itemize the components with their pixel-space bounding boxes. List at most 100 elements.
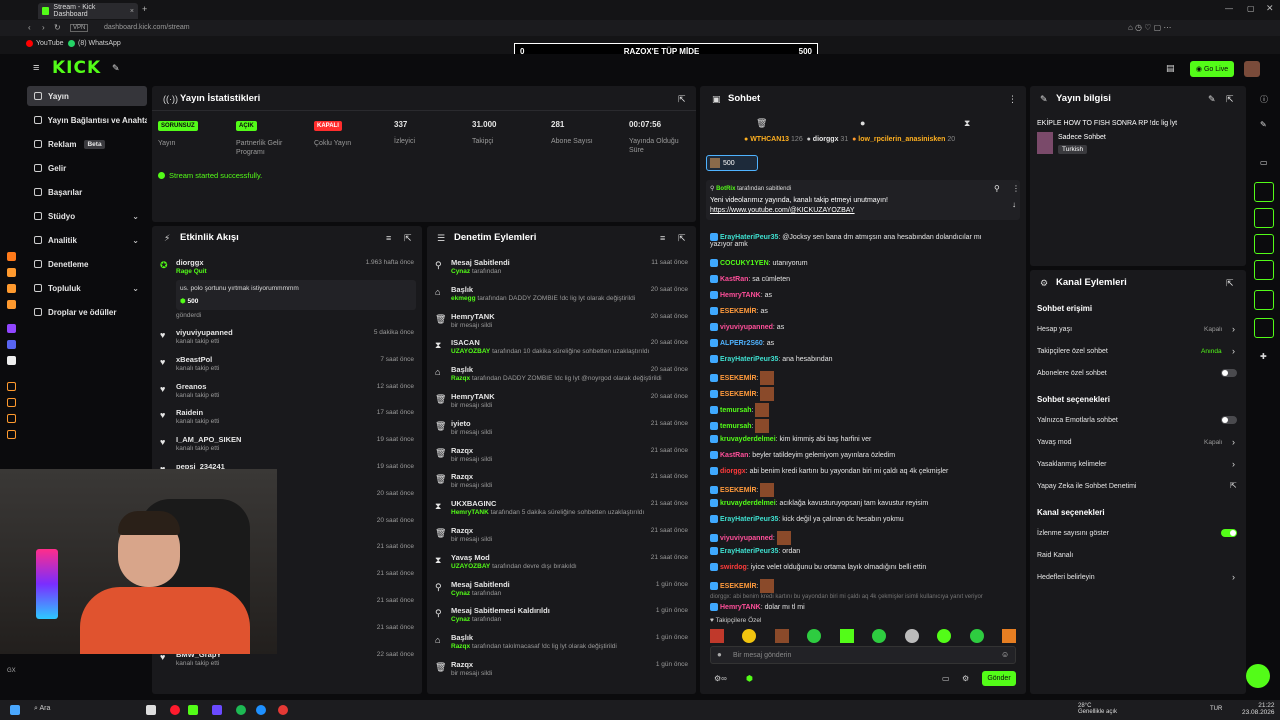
emote-icon[interactable]	[904, 629, 919, 643]
gift-count-chip[interactable]: 500	[706, 155, 758, 171]
chat-message[interactable]: temursah:	[710, 403, 770, 417]
emote-icon[interactable]	[1001, 629, 1016, 643]
extensions-icons[interactable]: ⌂ ◷ ♡ ▢ ⋯	[1128, 23, 1171, 32]
chat-message[interactable]: ESEKEMİR:	[710, 483, 775, 497]
sidebar-item-studyo[interactable]: Stüdyo ⌄	[27, 206, 147, 226]
subs-only-toggle[interactable]	[1221, 369, 1237, 377]
chat-message[interactable]: HemryTANK: dolar mı tl mi	[710, 603, 805, 611]
gx-icon[interactable]: GX	[7, 668, 16, 674]
pin-icon[interactable]: ⚲	[994, 184, 1000, 193]
twitch-icon[interactable]	[7, 324, 16, 333]
chevron-right-icon[interactable]: ›	[1232, 459, 1235, 469]
chevron-right-icon[interactable]: ›	[1232, 572, 1235, 582]
hourglass-icon[interactable]: ⧗	[964, 118, 970, 129]
reload-icon[interactable]: ↻	[54, 23, 61, 32]
emote-icon[interactable]	[969, 629, 984, 643]
emote-icon[interactable]	[872, 629, 887, 643]
clock[interactable]: 21:22 23.08.2026	[1242, 702, 1275, 716]
chat-message[interactable]: diorggx: abi benim kredi kartını bu yayo…	[710, 467, 948, 475]
trash-icon[interactable]: 🗑	[756, 118, 767, 129]
chat-message[interactable]: viyuviyupanned: as	[710, 323, 784, 331]
popout-icon[interactable]: ⇱	[678, 233, 686, 244]
setting-slow-mode[interactable]: Yavaş mod	[1037, 439, 1072, 446]
chat-message[interactable]: ESEKEMİR:	[710, 387, 775, 401]
popout-icon[interactable]: ⇱	[678, 94, 686, 105]
emotes-only-toggle[interactable]	[1221, 416, 1237, 424]
setting-raid-channel[interactable]: Raid Kanalı	[1037, 552, 1073, 559]
emoji-icon[interactable]: ☺	[1001, 650, 1009, 659]
bubble-icon[interactable]: ●	[860, 118, 865, 128]
vpn-icon[interactable]: VPN	[70, 24, 89, 32]
more-vertical-icon[interactable]: ⋮	[1008, 94, 1017, 105]
chat-message[interactable]: kruvayderdelmei: kim kimmiş abi baş harf…	[710, 435, 871, 443]
avatar[interactable]	[1244, 61, 1260, 77]
hamburger-menu-icon[interactable]: ≡	[33, 62, 39, 74]
show-viewers-toggle[interactable]	[1221, 529, 1237, 537]
chat-input[interactable]: ● Bir mesaj gönderin ☺	[710, 646, 1016, 664]
setting-banned-words[interactable]: Yasaklanmış kelimeler	[1037, 461, 1107, 468]
bookmark-youtube[interactable]: YouTube	[26, 40, 64, 47]
history-icon[interactable]	[7, 382, 16, 391]
start-icon[interactable]	[10, 705, 20, 715]
chat-message[interactable]: ErayHateriPeur35: ordan	[710, 547, 800, 555]
chevron-right-icon[interactable]: ›	[1232, 346, 1235, 356]
tool-bolt-icon[interactable]	[1254, 182, 1274, 202]
filter-icon[interactable]: ≡	[660, 233, 665, 243]
tool-chat-icon[interactable]	[1254, 234, 1274, 254]
browser-tab[interactable]: Stream - Kick Dashboard ×	[38, 3, 138, 19]
sidebar-item-gelir[interactable]: Gelir	[27, 158, 147, 178]
emote-icon[interactable]	[807, 629, 822, 643]
help-chat-button[interactable]	[1246, 664, 1270, 688]
popout-icon[interactable]: ⇱	[1226, 278, 1234, 289]
emote-icon[interactable]	[774, 629, 789, 643]
chat-message[interactable]: HemryTANK: as	[710, 291, 772, 299]
emote-icon[interactable]	[937, 629, 952, 643]
weather-widget[interactable]: 28°C Genellikle açık	[1078, 703, 1117, 715]
chat-message[interactable]: ErayHateriPeur35: @Jocksy sen bana dm at…	[710, 233, 982, 241]
chat-message[interactable]: viyuviyupanned:	[710, 531, 791, 545]
chevron-right-icon[interactable]: ›	[1232, 324, 1235, 334]
chat-tools-icon[interactable]: ⚙∞	[714, 674, 727, 683]
external-link-icon[interactable]: ⇱	[1230, 481, 1237, 490]
arrow-down-icon[interactable]: ↓	[1012, 200, 1016, 209]
download-icon[interactable]	[7, 414, 16, 423]
pinned-link[interactable]: https://www.youtube.com/@KICKUZAYOZBAY	[710, 207, 855, 214]
chat-message[interactable]: temursah:	[710, 419, 770, 433]
pen-icon[interactable]: ✎	[112, 63, 120, 74]
chat-message[interactable]: KastRan: beyler tatildeyim gelemiyom yay…	[710, 451, 895, 459]
chat-message[interactable]: diorggx: abi benim kredi kartını bu yayo…	[710, 593, 983, 600]
sidebar-item-reklam[interactable]: Reklam Beta	[27, 134, 147, 154]
extension-icon-3[interactable]	[7, 284, 16, 293]
chat-message[interactable]: ErayHateriPeur35: ana hesabından	[710, 355, 832, 363]
tool-signal-icon[interactable]	[1254, 260, 1274, 280]
chat-message[interactable]: ESEKEMİR:	[710, 371, 775, 385]
message-icon[interactable]: ▭	[942, 674, 950, 683]
app-icon[interactable]	[212, 705, 222, 715]
emote-icon[interactable]	[710, 629, 724, 643]
settings-icon[interactable]	[7, 430, 16, 439]
popout-icon[interactable]: ⇱	[1226, 94, 1234, 105]
edit-icon[interactable]: ✎	[1208, 94, 1216, 105]
info-icon[interactable]: ⓘ	[1260, 94, 1268, 105]
chat-message[interactable]: ErayHateriPeur35: kick değil ya çalınan …	[710, 515, 904, 523]
gear-icon[interactable]: ⚙	[962, 674, 969, 683]
back-icon[interactable]: ‹	[28, 23, 31, 32]
more-vertical-icon[interactable]: ⋮	[1012, 184, 1020, 193]
pen-icon[interactable]: ✎	[1260, 120, 1267, 129]
chat-message[interactable]: ESEKEMİR: as	[710, 307, 768, 315]
send-button[interactable]: Gönder	[982, 671, 1016, 686]
close-window-icon[interactable]: ✕	[1266, 3, 1274, 14]
forward-icon[interactable]: ›	[42, 23, 45, 32]
chat-message[interactable]: KastRan: sa cümleten	[710, 275, 790, 283]
sidebar-item-topluluk[interactable]: Topluluk ⌄	[27, 278, 147, 298]
minimize-icon[interactable]: —	[1225, 4, 1233, 13]
setting-followers-only[interactable]: Takipçilere özel sohbet	[1037, 348, 1108, 355]
spotify-icon[interactable]	[236, 705, 246, 715]
sidebar-item-analitik[interactable]: Analitik ⌄	[27, 230, 147, 250]
extension-icon-4[interactable]	[7, 300, 16, 309]
edge-icon[interactable]	[256, 705, 266, 715]
chat-message[interactable]: swirdog: iyice velet olduğunu bu ortama …	[710, 563, 926, 571]
layout-icon[interactable]: ▭	[1260, 158, 1268, 167]
extension-icon-2[interactable]	[7, 268, 16, 277]
file-explorer-icon[interactable]	[146, 705, 156, 715]
